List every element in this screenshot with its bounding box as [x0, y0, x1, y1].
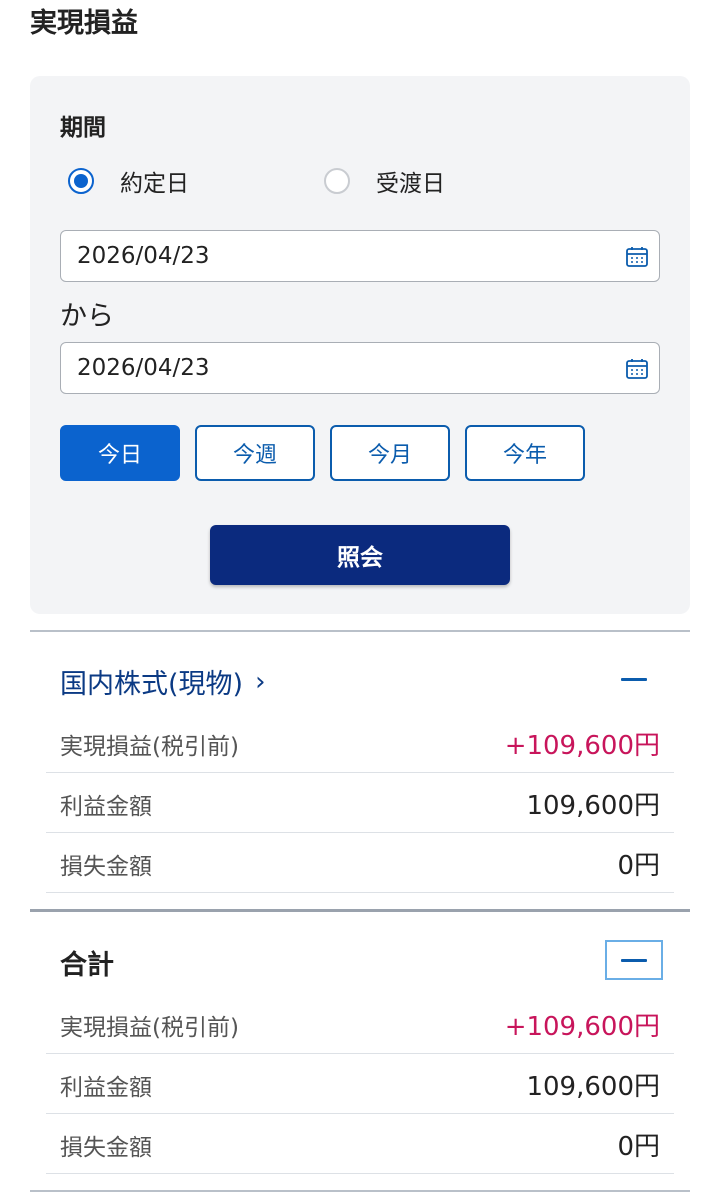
date-from-input[interactable]: 2026/04/23	[60, 230, 660, 282]
domestic-stock-link[interactable]: 国内株式(現物) ›	[60, 662, 265, 701]
table-row: 損失金額 0円	[46, 833, 674, 893]
date-from-value: 2026/04/23	[77, 243, 210, 269]
period-label: 期間	[60, 115, 106, 141]
table-row: 実現損益(税引前) +109,600円	[46, 994, 674, 1054]
search-button[interactable]: 照会	[210, 525, 510, 585]
loss-label: 損失金額	[60, 1135, 152, 1161]
table-row: 実現損益(税引前) +109,600円	[46, 713, 674, 773]
loss-label: 損失金額	[60, 854, 152, 880]
radio-yakujo[interactable]: 約定日	[68, 164, 189, 198]
this-year-button[interactable]: 今年	[465, 425, 585, 481]
realized-label: 実現損益(税引前)	[60, 734, 239, 760]
radio-ukewatashi-label: 受渡日	[376, 171, 445, 197]
this-week-button[interactable]: 今週	[195, 425, 315, 481]
realized-value: +109,600円	[504, 1012, 660, 1042]
filter-panel: 期間 約定日 受渡日 2026/04/23 から 2026/04/23 今日 今…	[30, 76, 690, 614]
date-to-input[interactable]: 2026/04/23	[60, 342, 660, 394]
radio-unchecked-icon[interactable]	[324, 168, 350, 194]
date-to-value: 2026/04/23	[77, 355, 210, 381]
profit-value: 109,600円	[526, 1072, 660, 1102]
section-divider	[30, 1190, 690, 1192]
table-row: 損失金額 0円	[46, 1114, 674, 1174]
calendar-icon[interactable]	[625, 245, 649, 269]
today-button[interactable]: 今日	[60, 425, 180, 481]
domestic-stock-title: 国内株式(現物)	[60, 669, 244, 700]
loss-value: 0円	[617, 1132, 660, 1162]
total-title: 合計	[60, 950, 114, 981]
realized-label: 実現損益(税引前)	[60, 1015, 239, 1041]
radio-checked-icon[interactable]	[68, 168, 94, 194]
radio-yakujo-label: 約定日	[120, 171, 189, 197]
radio-ukewatashi[interactable]: 受渡日	[324, 164, 445, 198]
calendar-icon[interactable]	[625, 357, 649, 381]
minus-icon	[621, 958, 647, 962]
section-divider	[30, 630, 690, 632]
loss-value: 0円	[617, 851, 660, 881]
minus-icon	[621, 677, 647, 681]
section-divider	[30, 909, 690, 912]
profit-label: 利益金額	[60, 794, 152, 820]
table-row: 利益金額 109,600円	[46, 1054, 674, 1114]
this-month-button[interactable]: 今月	[330, 425, 450, 481]
profit-value: 109,600円	[526, 791, 660, 821]
profit-label: 利益金額	[60, 1075, 152, 1101]
page-title: 実現損益	[30, 8, 138, 39]
collapse-domestic-button[interactable]	[605, 659, 663, 699]
realized-value: +109,600円	[504, 731, 660, 761]
collapse-total-button[interactable]	[605, 940, 663, 980]
kara-label: から	[60, 301, 114, 332]
chevron-right-icon: ›	[255, 666, 266, 697]
table-row: 利益金額 109,600円	[46, 773, 674, 833]
